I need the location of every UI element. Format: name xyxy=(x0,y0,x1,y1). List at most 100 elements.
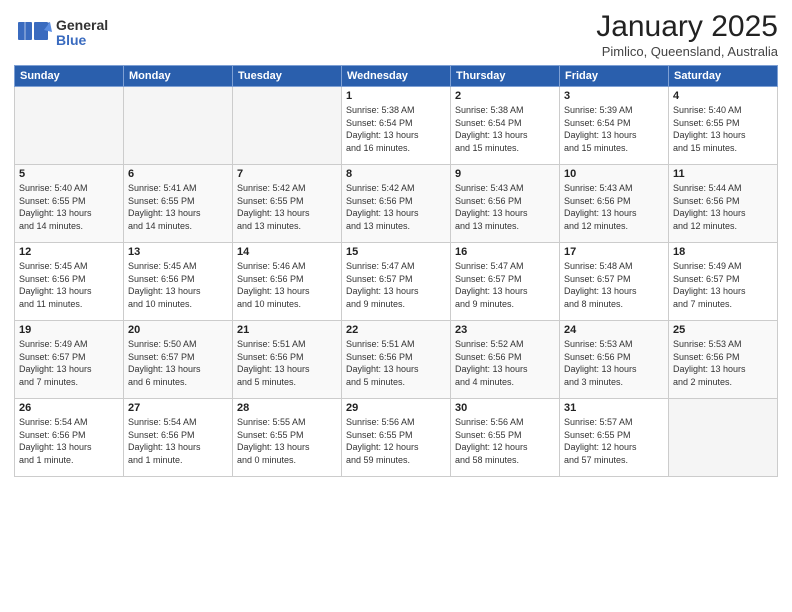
logo-general: General xyxy=(56,18,108,33)
logo-icon xyxy=(14,14,52,52)
day-number: 16 xyxy=(455,246,555,258)
week-row-2: 5 Sunrise: 5:40 AM Sunset: 6:55 PM Daylig… xyxy=(15,165,778,243)
day-info: Sunrise: 5:56 AM Sunset: 6:55 PM Dayligh… xyxy=(346,416,446,466)
calendar-cell: 17Sunrise: 5:48 AM Sunset: 6:57 PM Dayli… xyxy=(560,243,669,321)
weekday-header-thursday: Thursday xyxy=(451,66,560,87)
day-number: 31 xyxy=(564,402,664,414)
weekday-header-saturday: Saturday xyxy=(669,66,778,87)
calendar-cell: 22 Sunrise: 5:51 AM Sunset: 6:56 PM Dayli… xyxy=(342,321,451,399)
calendar-cell: 24 Sunrise: 5:53 AM Sunset: 6:56 PM Dayli… xyxy=(560,321,669,399)
day-number: 5 xyxy=(19,168,119,180)
day-info: Sunrise: 5:50 AM Sunset: 6:57 PM Dayligh… xyxy=(128,338,228,388)
week-row-1: 1 Sunrise: 5:38 AM Sunset: 6:54 PM Daylig… xyxy=(15,87,778,165)
day-number: 11 xyxy=(673,168,773,180)
day-info: Sunrise: 5:40 AM Sunset: 6:55 PM Dayligh… xyxy=(673,104,773,154)
calendar-cell: 2 Sunrise: 5:38 AM Sunset: 6:54 PM Daylig… xyxy=(451,87,560,165)
calendar: SundayMondayTuesdayWednesdayThursdayFrid… xyxy=(14,65,778,477)
day-number: 19 xyxy=(19,324,119,336)
day-number: 27 xyxy=(128,402,228,414)
calendar-cell: 5 Sunrise: 5:40 AM Sunset: 6:55 PM Daylig… xyxy=(15,165,124,243)
calendar-cell: 27 Sunrise: 5:54 AM Sunset: 6:56 PM Dayli… xyxy=(124,399,233,477)
calendar-cell: 4Sunrise: 5:40 AM Sunset: 6:55 PM Daylig… xyxy=(669,87,778,165)
logo: General Blue xyxy=(14,14,108,52)
day-number: 18 xyxy=(673,246,773,258)
day-number: 29 xyxy=(346,402,446,414)
calendar-cell: 31 Sunrise: 5:57 AM Sunset: 6:55 PM Dayli… xyxy=(560,399,669,477)
calendar-cell: 23Sunrise: 5:52 AM Sunset: 6:56 PM Dayli… xyxy=(451,321,560,399)
day-number: 1 xyxy=(346,90,446,102)
day-number: 24 xyxy=(564,324,664,336)
page-header: General Blue January 2025 Pimlico, Queen… xyxy=(14,10,778,59)
day-info: Sunrise: 5:46 AM Sunset: 6:56 PM Dayligh… xyxy=(237,260,337,310)
calendar-cell: 16 Sunrise: 5:47 AM Sunset: 6:57 PM Dayli… xyxy=(451,243,560,321)
day-info: Sunrise: 5:45 AM Sunset: 6:56 PM Dayligh… xyxy=(128,260,228,310)
calendar-cell: 8Sunrise: 5:42 AM Sunset: 6:56 PM Daylig… xyxy=(342,165,451,243)
day-number: 22 xyxy=(346,324,446,336)
calendar-cell: 13Sunrise: 5:45 AM Sunset: 6:56 PM Dayli… xyxy=(124,243,233,321)
week-row-5: 26 Sunrise: 5:54 AM Sunset: 6:56 PM Dayli… xyxy=(15,399,778,477)
day-number: 6 xyxy=(128,168,228,180)
calendar-cell: 18 Sunrise: 5:49 AM Sunset: 6:57 PM Dayli… xyxy=(669,243,778,321)
day-info: Sunrise: 5:43 AM Sunset: 6:56 PM Dayligh… xyxy=(564,182,664,232)
day-info: Sunrise: 5:40 AM Sunset: 6:55 PM Dayligh… xyxy=(19,182,119,232)
calendar-cell: 30Sunrise: 5:56 AM Sunset: 6:55 PM Dayli… xyxy=(451,399,560,477)
calendar-cell: 3 Sunrise: 5:39 AM Sunset: 6:54 PM Daylig… xyxy=(560,87,669,165)
logo-text: General Blue xyxy=(56,18,108,49)
calendar-cell: 6 Sunrise: 5:41 AM Sunset: 6:55 PM Daylig… xyxy=(124,165,233,243)
title-block: January 2025 Pimlico, Queensland, Austra… xyxy=(596,10,778,59)
week-row-4: 19Sunrise: 5:49 AM Sunset: 6:57 PM Dayli… xyxy=(15,321,778,399)
day-info: Sunrise: 5:53 AM Sunset: 6:56 PM Dayligh… xyxy=(564,338,664,388)
weekday-header-row: SundayMondayTuesdayWednesdayThursdayFrid… xyxy=(15,66,778,87)
day-number: 2 xyxy=(455,90,555,102)
calendar-cell: 20Sunrise: 5:50 AM Sunset: 6:57 PM Dayli… xyxy=(124,321,233,399)
day-info: Sunrise: 5:47 AM Sunset: 6:57 PM Dayligh… xyxy=(346,260,446,310)
day-number: 28 xyxy=(237,402,337,414)
day-info: Sunrise: 5:45 AM Sunset: 6:56 PM Dayligh… xyxy=(19,260,119,310)
day-info: Sunrise: 5:38 AM Sunset: 6:54 PM Dayligh… xyxy=(455,104,555,154)
calendar-cell: 26 Sunrise: 5:54 AM Sunset: 6:56 PM Dayli… xyxy=(15,399,124,477)
day-info: Sunrise: 5:39 AM Sunset: 6:54 PM Dayligh… xyxy=(564,104,664,154)
day-info: Sunrise: 5:52 AM Sunset: 6:56 PM Dayligh… xyxy=(455,338,555,388)
calendar-cell: 12 Sunrise: 5:45 AM Sunset: 6:56 PM Dayli… xyxy=(15,243,124,321)
day-number: 14 xyxy=(237,246,337,258)
day-number: 3 xyxy=(564,90,664,102)
week-row-3: 12 Sunrise: 5:45 AM Sunset: 6:56 PM Dayli… xyxy=(15,243,778,321)
day-number: 7 xyxy=(237,168,337,180)
calendar-cell xyxy=(124,87,233,165)
day-number: 10 xyxy=(564,168,664,180)
day-number: 15 xyxy=(346,246,446,258)
day-info: Sunrise: 5:47 AM Sunset: 6:57 PM Dayligh… xyxy=(455,260,555,310)
calendar-cell: 29 Sunrise: 5:56 AM Sunset: 6:55 PM Dayli… xyxy=(342,399,451,477)
day-info: Sunrise: 5:43 AM Sunset: 6:56 PM Dayligh… xyxy=(455,182,555,232)
calendar-cell: 25Sunrise: 5:53 AM Sunset: 6:56 PM Dayli… xyxy=(669,321,778,399)
calendar-cell: 19Sunrise: 5:49 AM Sunset: 6:57 PM Dayli… xyxy=(15,321,124,399)
weekday-header-monday: Monday xyxy=(124,66,233,87)
day-info: Sunrise: 5:48 AM Sunset: 6:57 PM Dayligh… xyxy=(564,260,664,310)
day-number: 25 xyxy=(673,324,773,336)
calendar-cell: 28 Sunrise: 5:55 AM Sunset: 6:55 PM Dayli… xyxy=(233,399,342,477)
weekday-header-wednesday: Wednesday xyxy=(342,66,451,87)
calendar-cell: 10 Sunrise: 5:43 AM Sunset: 6:56 PM Dayli… xyxy=(560,165,669,243)
calendar-cell: 9Sunrise: 5:43 AM Sunset: 6:56 PM Daylig… xyxy=(451,165,560,243)
day-info: Sunrise: 5:42 AM Sunset: 6:55 PM Dayligh… xyxy=(237,182,337,232)
logo-blue: Blue xyxy=(56,33,108,48)
weekday-header-tuesday: Tuesday xyxy=(233,66,342,87)
calendar-cell xyxy=(15,87,124,165)
day-info: Sunrise: 5:41 AM Sunset: 6:55 PM Dayligh… xyxy=(128,182,228,232)
day-info: Sunrise: 5:54 AM Sunset: 6:56 PM Dayligh… xyxy=(19,416,119,466)
day-number: 26 xyxy=(19,402,119,414)
location: Pimlico, Queensland, Australia xyxy=(596,44,778,59)
day-info: Sunrise: 5:51 AM Sunset: 6:56 PM Dayligh… xyxy=(346,338,446,388)
calendar-cell: 21 Sunrise: 5:51 AM Sunset: 6:56 PM Dayli… xyxy=(233,321,342,399)
day-number: 21 xyxy=(237,324,337,336)
day-info: Sunrise: 5:49 AM Sunset: 6:57 PM Dayligh… xyxy=(673,260,773,310)
day-info: Sunrise: 5:55 AM Sunset: 6:55 PM Dayligh… xyxy=(237,416,337,466)
calendar-cell: 1Sunrise: 5:38 AM Sunset: 6:54 PM Daylig… xyxy=(342,87,451,165)
day-info: Sunrise: 5:57 AM Sunset: 6:55 PM Dayligh… xyxy=(564,416,664,466)
calendar-cell xyxy=(233,87,342,165)
day-number: 12 xyxy=(19,246,119,258)
day-info: Sunrise: 5:54 AM Sunset: 6:56 PM Dayligh… xyxy=(128,416,228,466)
day-number: 8 xyxy=(346,168,446,180)
calendar-cell: 14 Sunrise: 5:46 AM Sunset: 6:56 PM Dayli… xyxy=(233,243,342,321)
day-info: Sunrise: 5:51 AM Sunset: 6:56 PM Dayligh… xyxy=(237,338,337,388)
